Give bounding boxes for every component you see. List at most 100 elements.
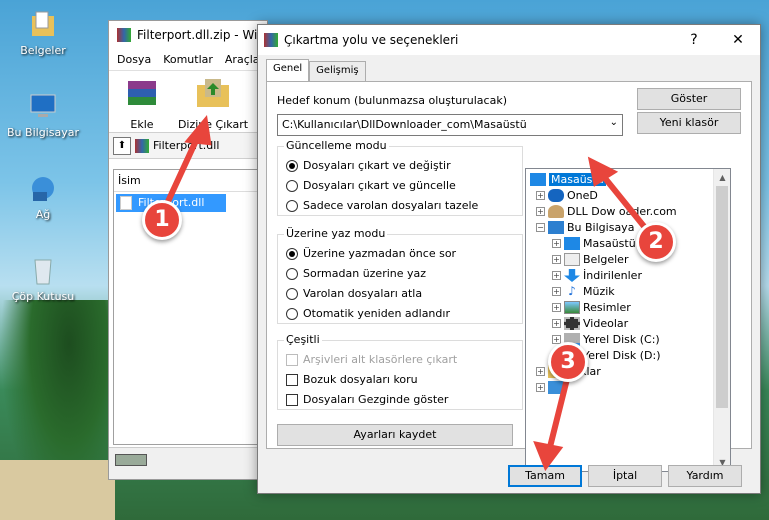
tree-item-network[interactable]: +: [536, 381, 567, 394]
tab-advanced[interactable]: Gelişmiş: [309, 61, 366, 81]
destination-path-combo[interactable]: C:\Kullanıcılar\DllDownloader_com\Masaüs…: [277, 114, 623, 136]
add-label: Ekle: [130, 118, 154, 131]
user-icon: [548, 205, 564, 218]
tree-item-onedrive[interactable]: + OneD: [536, 189, 598, 202]
radio-refresh-existing[interactable]: Sadece varolan dosyaları tazele: [286, 199, 478, 212]
extract-to-label: Dizine Çıkart: [177, 118, 249, 131]
expand-icon[interactable]: +: [536, 191, 545, 200]
expand-icon[interactable]: +: [536, 207, 545, 216]
expand-icon[interactable]: +: [552, 303, 561, 312]
tree-label: Yerel Disk (C:): [583, 333, 660, 346]
tree-label: OneD: [567, 189, 598, 202]
help-button[interactable]: Yardım: [668, 465, 742, 487]
scroll-thumb[interactable]: [716, 186, 728, 408]
winrar-address-bar: ⬆ Filterport.dll: [109, 133, 267, 159]
winrar-file-list: İsim Filterport.dll: [113, 169, 267, 445]
expand-icon[interactable]: +: [552, 287, 561, 296]
destination-path-value: C:\Kullanıcılar\DllDownloader_com\Masaüs…: [282, 118, 527, 131]
menu-tools[interactable]: Araçla: [225, 53, 260, 66]
overwrite-mode-group: Üzerine yaz modu Üzerine yazmadan önce s…: [277, 227, 523, 324]
radio[interactable]: [286, 287, 298, 300]
radio-extract-replace[interactable]: Dosyaları çıkart ve değiştir: [286, 159, 451, 172]
radio[interactable]: [286, 267, 298, 280]
checkbox-keep-broken[interactable]: Bozuk dosyaları koru: [286, 373, 418, 386]
radio-selected[interactable]: [286, 247, 298, 260]
tab-general[interactable]: Genel: [266, 59, 310, 81]
dll-file-icon: [120, 196, 132, 210]
computer-icon: [548, 221, 564, 234]
update-mode-group: Güncelleme modu Dosyaları çıkart ve deği…: [277, 139, 523, 216]
new-folder-button[interactable]: Yeni klasör: [637, 112, 741, 134]
tree-item-documents[interactable]: + Belgeler: [552, 253, 628, 266]
update-mode-title: Güncelleme modu: [284, 139, 389, 152]
column-header-name[interactable]: İsim: [114, 170, 266, 192]
option-label: Sadece varolan dosyaları tazele: [303, 199, 479, 212]
checkbox-show-explorer[interactable]: Dosyaları Gezginde göster: [286, 393, 448, 406]
tree-scrollbar[interactable]: ▲ ▼: [713, 169, 730, 471]
winrar-titlebar: Filterport.dll.zip - Wi: [109, 21, 267, 49]
option-label: Bozuk dosyaları koru: [303, 373, 418, 386]
desktop-icon-documents[interactable]: Belgeler: [3, 10, 83, 57]
radio-extract-update[interactable]: Dosyaları çıkart ve güncelle: [286, 179, 456, 192]
tree-item-user[interactable]: + DLL Dow oader.com: [536, 205, 677, 218]
expand-icon[interactable]: +: [536, 367, 545, 376]
radio[interactable]: [286, 199, 298, 212]
expand-icon[interactable]: +: [552, 319, 561, 328]
tree-label: Müzik: [583, 285, 615, 298]
expand-icon[interactable]: +: [552, 239, 561, 248]
radio-skip-existing[interactable]: Varolan dosyaları atla: [286, 287, 422, 300]
folder-tree[interactable]: Masaüstü + OneD + DLL Dow oader.com − Bu Bi…: [525, 168, 731, 472]
desktop-icon-recycle-bin[interactable]: Çöp Kutusu: [3, 256, 83, 303]
add-button[interactable]: Ekle: [117, 75, 167, 131]
radio[interactable]: [286, 307, 298, 320]
checkbox[interactable]: [286, 393, 298, 406]
ok-button[interactable]: Tamam: [508, 465, 582, 487]
film-icon: [564, 317, 580, 330]
radio-selected[interactable]: [286, 159, 298, 172]
checkbox-subfolders[interactable]: Arşivleri alt klasörlere çıkart: [286, 353, 457, 366]
help-titlebar-button[interactable]: ?: [672, 25, 716, 55]
chevron-down-icon[interactable]: ⌄: [610, 117, 618, 128]
tree-item-downloads[interactable]: + İndirilenler: [552, 269, 642, 282]
radio-overwrite-silent[interactable]: Sormadan üzerine yaz: [286, 267, 426, 280]
extract-to-button[interactable]: Dizine Çıkart: [177, 75, 249, 131]
tree-item-desktop-sub[interactable]: + Masaüstü: [552, 237, 636, 250]
radio-ask-before[interactable]: Üzerine yazmadan önce sor: [286, 247, 456, 260]
radio-auto-rename[interactable]: Otomatik yeniden adlandır: [286, 307, 450, 320]
dialog-tabs: Genel Gelişmiş: [266, 59, 366, 81]
menu-commands[interactable]: Komutlar: [163, 53, 213, 66]
dialog-app-icon: [264, 33, 278, 47]
dialog-title: Çıkartma yolu ve seçenekleri: [284, 33, 459, 47]
save-settings-button[interactable]: Ayarları kaydet: [277, 424, 513, 446]
tree-label: Videolar: [583, 317, 629, 330]
desktop-icon-this-pc[interactable]: Bu Bilgisayar: [3, 92, 83, 139]
show-button[interactable]: Göster: [637, 88, 741, 110]
winrar-app-icon: [117, 28, 131, 42]
tree-item-pictures[interactable]: + Resimler: [552, 301, 631, 314]
dialog-titlebar: Çıkartma yolu ve seçenekleri ? ✕: [258, 25, 760, 55]
radio[interactable]: [286, 179, 298, 192]
tree-item-desktop[interactable]: Masaüstü: [530, 173, 606, 186]
expand-icon[interactable]: +: [552, 271, 561, 280]
tree-label: Resimler: [583, 301, 631, 314]
collapse-icon[interactable]: −: [536, 223, 545, 232]
tree-label: Yerel Disk (D:): [583, 349, 661, 362]
expand-icon[interactable]: +: [536, 383, 545, 392]
beach-sand: [0, 460, 115, 520]
close-button[interactable]: ✕: [716, 25, 760, 55]
misc-title: Çeşitli: [284, 333, 322, 346]
scroll-up-icon[interactable]: ▲: [714, 169, 730, 186]
tree-item-videos[interactable]: + Videolar: [552, 317, 628, 330]
menu-file[interactable]: Dosya: [117, 53, 151, 66]
up-folder-icon[interactable]: ⬆: [113, 136, 131, 155]
archive-books-icon: [128, 81, 156, 105]
tree-item-this-pc[interactable]: − Bu Bilgisaya: [536, 221, 634, 234]
tree-item-music[interactable]: + ♪ Müzik: [552, 285, 615, 298]
documents-icon: [564, 253, 580, 266]
computer-icon: [30, 94, 56, 117]
expand-icon[interactable]: +: [552, 255, 561, 264]
extract-dialog: Çıkartma yolu ve seçenekleri ? ✕ Genel G…: [257, 24, 761, 494]
cancel-button[interactable]: İptal: [588, 465, 662, 487]
checkbox[interactable]: [286, 373, 298, 386]
desktop-icon-network[interactable]: Ağ: [3, 174, 83, 221]
